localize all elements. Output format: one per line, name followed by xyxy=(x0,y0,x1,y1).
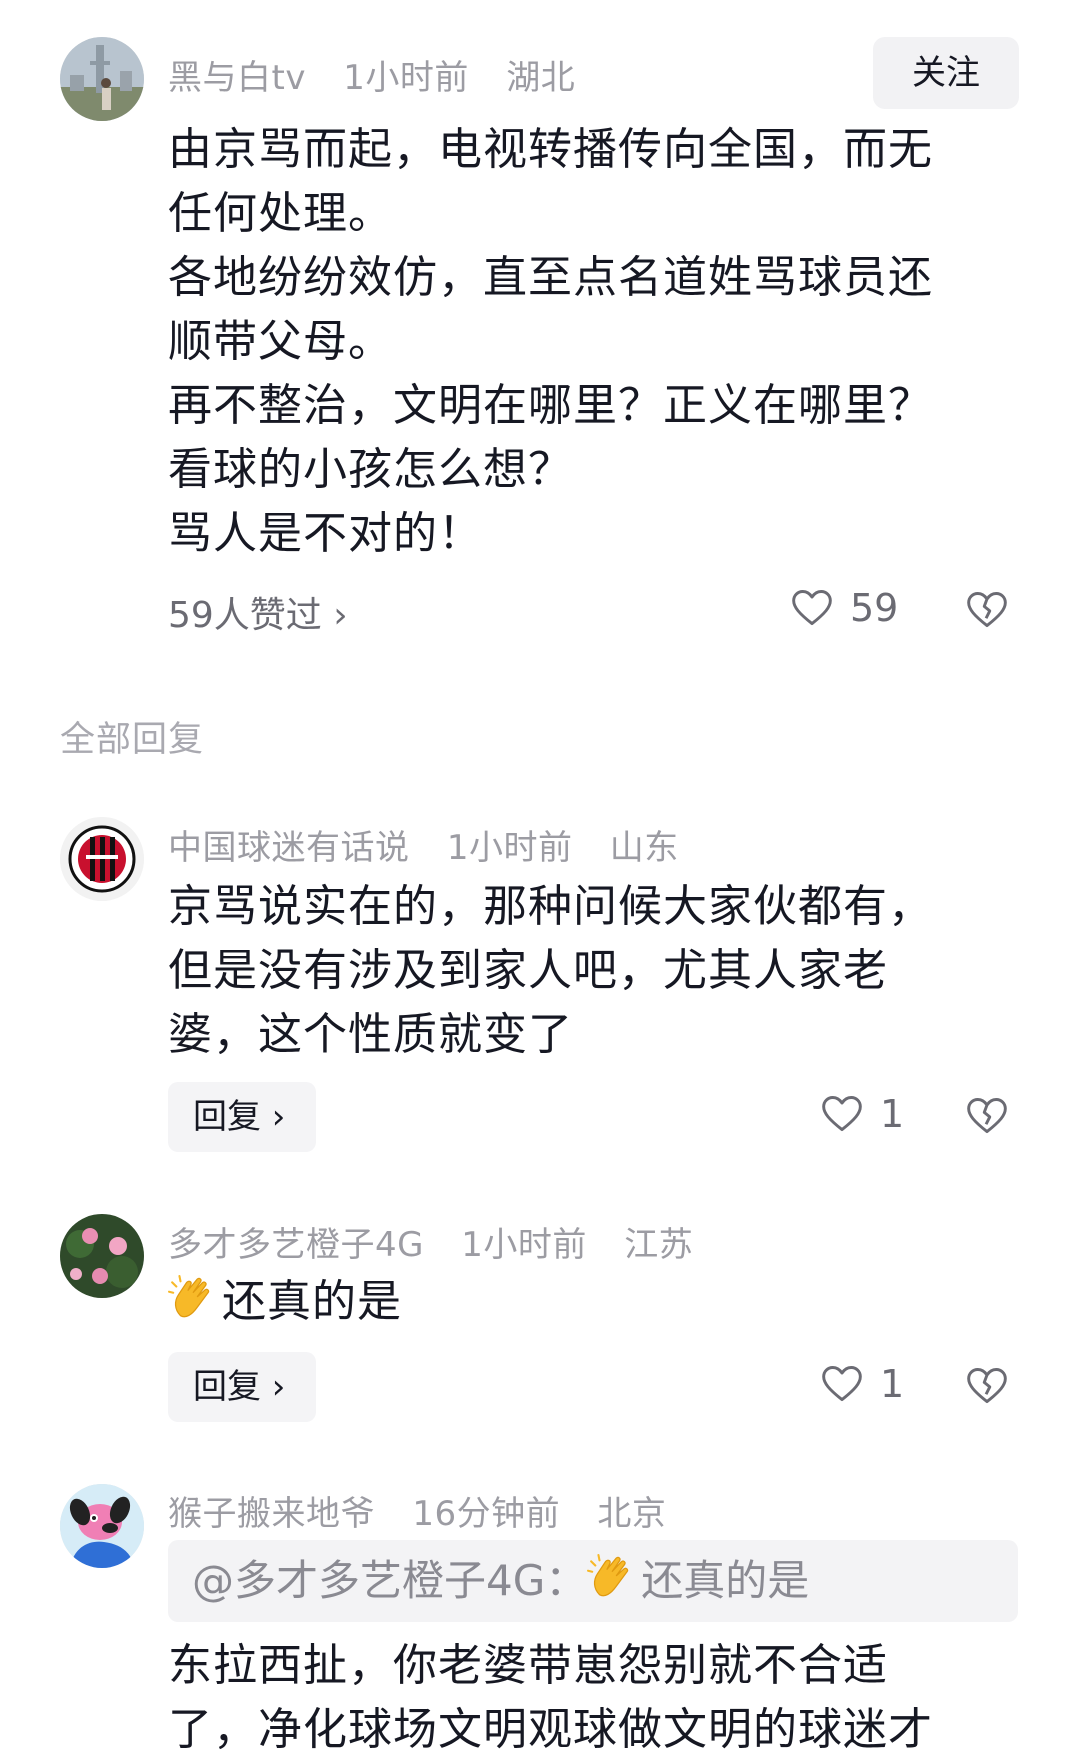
username[interactable]: 猴子搬来地爷 xyxy=(168,1494,375,1534)
heart-outline-icon xyxy=(822,1096,862,1132)
username[interactable]: 中国球迷有话说 xyxy=(168,828,410,868)
like-count: 59 xyxy=(850,586,899,630)
clapping-hands-emoji xyxy=(168,1275,210,1318)
comment-line: 各地纷纷效仿，直至点名道姓骂球员还 xyxy=(168,252,933,303)
timestamp: 1小时前 xyxy=(446,828,573,868)
location: 湖北 xyxy=(506,58,576,98)
comment-text: 东拉西扯，你老婆带崽怨别就不合适 了，净化球场文明观球做文明的球迷才 xyxy=(168,1634,1008,1762)
comment-line: 顺带父母。 xyxy=(168,316,393,367)
liked-by-link[interactable]: 59人赞过 › xyxy=(168,586,348,638)
broken-heart-icon xyxy=(967,592,1007,628)
dislike-button[interactable] xyxy=(965,588,1009,636)
like-button[interactable]: 1 xyxy=(820,1092,904,1136)
comment-line: 但是没有涉及到家人吧，尤其人家老 xyxy=(168,945,888,996)
like-count: 1 xyxy=(880,1362,905,1406)
comment-text: 京骂说实在的，那种问候大家伙都有， 但是没有涉及到家人吧，尤其人家老 婆，这个性… xyxy=(168,875,1008,1067)
dislike-button[interactable] xyxy=(965,1094,1009,1142)
follow-button[interactable]: 关注 xyxy=(873,37,1019,109)
quoted-comment[interactable]: @多才多艺橙子4G： 还真的是 xyxy=(168,1540,1018,1622)
comment-line: 由京骂而起，电视转播传向全国，而无 xyxy=(168,124,933,175)
avatar[interactable] xyxy=(60,1214,144,1298)
username[interactable]: 多才多艺橙子4G xyxy=(168,1225,424,1265)
comment-text-content: 还真的是 xyxy=(222,1276,402,1327)
like-button[interactable]: 59 xyxy=(790,586,898,630)
dislike-button[interactable] xyxy=(965,1364,1009,1412)
comment-line: 任何处理。 xyxy=(168,188,393,239)
reply-button[interactable]: 回复 › xyxy=(168,1082,316,1152)
comment-line: 再不整治，文明在哪里？正义在哪里？ xyxy=(168,380,933,431)
clapping-hands-emoji xyxy=(587,1554,629,1597)
like-button[interactable]: 1 xyxy=(820,1362,904,1406)
comment-line: 骂人是不对的！ xyxy=(168,508,483,559)
broken-heart-icon xyxy=(967,1368,1007,1404)
comment-line: 了，净化球场文明观球做文明的球迷才 xyxy=(168,1704,933,1755)
comment-line: 东拉西扯，你老婆带崽怨别就不合适 xyxy=(168,1640,888,1691)
avatar[interactable] xyxy=(60,1484,144,1568)
comment-line: 看球的小孩怎么想？ xyxy=(168,444,573,495)
avatar[interactable] xyxy=(60,817,144,901)
like-count: 1 xyxy=(880,1092,905,1136)
comment-text: 由京骂而起，电视转播传向全国，而无 任何处理。 各地纷纷效仿，直至点名道姓骂球员… xyxy=(168,118,1008,566)
location: 北京 xyxy=(597,1494,667,1534)
avatar[interactable] xyxy=(60,37,144,121)
timestamp: 16分钟前 xyxy=(412,1494,561,1534)
heart-outline-icon xyxy=(792,590,832,626)
quoted-username: @多才多艺橙子4G： xyxy=(192,1556,588,1605)
quoted-text: 还真的是 xyxy=(641,1556,810,1605)
comment-meta: 黑与白tv 1小时前 湖北 xyxy=(168,50,601,99)
location: 山东 xyxy=(609,828,679,868)
comment-meta: 中国球迷有话说 1小时前 山东 xyxy=(168,820,705,869)
reply-button[interactable]: 回复 › xyxy=(168,1352,316,1422)
comment-text: 还真的是 xyxy=(168,1270,1008,1334)
comment-line: 婆，这个性质就变了 xyxy=(168,1009,573,1060)
comment-line: 京骂说实在的，那种问候大家伙都有， xyxy=(168,881,933,932)
heart-outline-icon xyxy=(822,1366,862,1402)
all-replies-label: 全部回复 xyxy=(60,720,205,760)
username[interactable]: 黑与白tv xyxy=(168,58,306,98)
timestamp: 1小时前 xyxy=(461,1225,587,1265)
location: 江苏 xyxy=(624,1225,694,1265)
broken-heart-icon xyxy=(967,1098,1007,1134)
timestamp: 1小时前 xyxy=(343,58,469,98)
comment-meta: 猴子搬来地爷 16分钟前 北京 xyxy=(168,1486,692,1535)
comment-meta: 多才多艺橙子4G 1小时前 江苏 xyxy=(168,1217,719,1266)
